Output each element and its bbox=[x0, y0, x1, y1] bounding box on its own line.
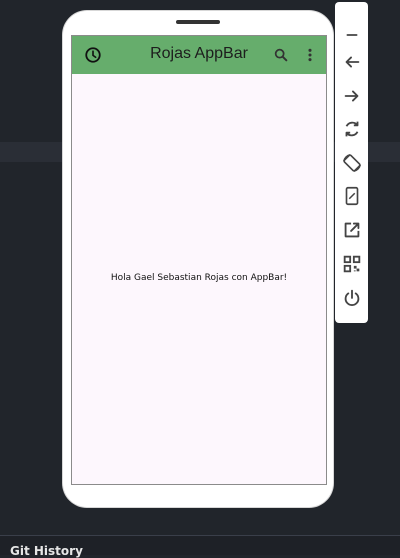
rotate-icon[interactable] bbox=[341, 118, 363, 140]
bottom-panel-title[interactable]: Git History bbox=[10, 544, 83, 558]
search-icon[interactable] bbox=[273, 47, 289, 63]
ide-bottom-panel: Git History bbox=[0, 536, 400, 558]
power-icon[interactable] bbox=[341, 287, 363, 309]
device-screen[interactable]: Rojas AppBar Hola Gael Sebastian Rojas c… bbox=[71, 35, 327, 485]
app-bar: Rojas AppBar bbox=[72, 36, 326, 74]
back-icon[interactable] bbox=[341, 51, 363, 73]
rotate-screen-icon[interactable] bbox=[341, 152, 363, 174]
forward-icon[interactable] bbox=[341, 85, 363, 107]
fold-icon[interactable] bbox=[341, 185, 363, 207]
device-speaker bbox=[176, 20, 220, 24]
qr-code-icon[interactable] bbox=[341, 253, 363, 275]
emulator-toolbar bbox=[335, 2, 368, 323]
device-frame: Rojas AppBar Hola Gael Sebastian Rojas c… bbox=[63, 11, 333, 507]
open-external-icon[interactable] bbox=[341, 219, 363, 241]
more-vert-icon[interactable] bbox=[302, 47, 318, 63]
minimize-icon[interactable] bbox=[341, 24, 363, 46]
greeting-text: Hola Gael Sebastian Rojas con AppBar! bbox=[110, 273, 288, 283]
